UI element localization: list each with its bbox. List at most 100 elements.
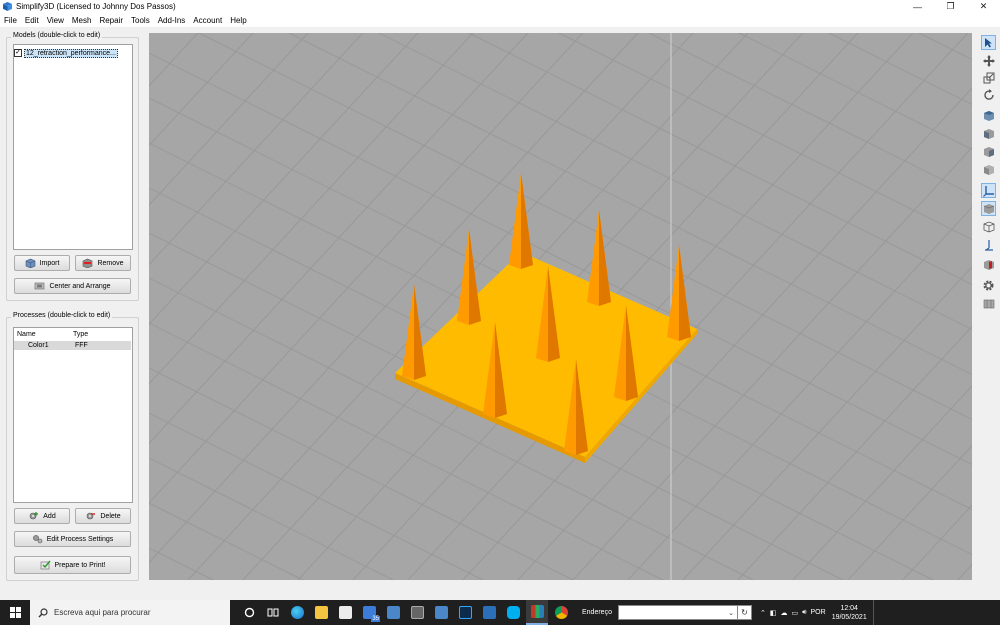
models-list[interactable]: [13, 44, 133, 250]
view-cube-iso-icon[interactable]: [981, 162, 996, 177]
tray-expand-icon[interactable]: ⌃: [760, 609, 766, 617]
task-view-icon[interactable]: [262, 600, 284, 625]
processes-list[interactable]: [13, 327, 133, 503]
add-process-label: Add: [43, 512, 56, 520]
cortana-icon[interactable]: [238, 600, 260, 625]
prepare-print-icon: [40, 560, 51, 570]
grid-line: [964, 33, 972, 580]
restore-button[interactable]: ❐: [934, 0, 967, 13]
app-icon-3[interactable]: [430, 600, 452, 625]
language-indicator[interactable]: POR: [811, 609, 826, 616]
menu-tools[interactable]: Tools: [131, 16, 150, 25]
menu-repair[interactable]: Repair: [99, 16, 123, 25]
app-icon-1[interactable]: [382, 600, 404, 625]
edit-process-settings-button[interactable]: Edit Process Settings: [14, 531, 131, 547]
menu-edit[interactable]: Edit: [25, 16, 39, 25]
photoshop-icon[interactable]: [454, 600, 476, 625]
model-list-item[interactable]: ✓ 12_retraction_performance...: [14, 48, 132, 58]
model-spike-shade: [414, 284, 426, 380]
clock-date: 19/05/2021: [831, 613, 867, 621]
column-type-header[interactable]: Type: [73, 331, 88, 338]
delete-process-label: Delete: [100, 512, 121, 520]
minimize-button[interactable]: —: [901, 0, 934, 13]
settings-gear-icon[interactable]: [981, 278, 996, 293]
windows-logo-icon: [9, 607, 21, 618]
grid-line: [149, 33, 229, 580]
left-panel: Models (double-click to edit) ✓ 12_retra…: [0, 27, 148, 595]
prepare-to-print-button[interactable]: Prepare to Print!: [14, 556, 131, 574]
skype-icon[interactable]: [502, 600, 524, 625]
3d-viewport[interactable]: [149, 33, 972, 580]
grid-line: [149, 33, 254, 147]
edit-gears-icon: [32, 535, 43, 544]
column-name-header[interactable]: Name: [14, 331, 73, 338]
search-icon: [38, 607, 48, 617]
view-cube-front-icon[interactable]: [981, 126, 996, 141]
remove-cube-icon: [83, 258, 93, 268]
menu-help[interactable]: Help: [230, 16, 246, 25]
cross-section-icon[interactable]: [981, 257, 996, 272]
menu-account[interactable]: Account: [193, 16, 222, 25]
simplify3d-taskbar-icon[interactable]: [526, 600, 548, 625]
app-icon-4[interactable]: [478, 600, 500, 625]
rotate-icon[interactable]: [981, 87, 996, 102]
address-refresh-button[interactable]: ↻: [737, 605, 752, 620]
close-button[interactable]: ✕: [967, 0, 1000, 13]
processes-list-header: Name Type: [14, 329, 131, 340]
menu-add-ins[interactable]: Add-Ins: [158, 16, 186, 25]
3d-model-retraction-test[interactable]: [395, 173, 697, 463]
grid-line: [149, 547, 215, 580]
network-icon[interactable]: ▭: [791, 609, 798, 617]
volume-icon[interactable]: 🔊︎: [802, 609, 806, 617]
view-cube-side-icon[interactable]: [981, 144, 996, 159]
move-icon[interactable]: [981, 53, 996, 68]
grid-line: [149, 33, 309, 206]
cloud-icon[interactable]: ☁: [780, 609, 787, 617]
scale-icon[interactable]: [981, 70, 996, 85]
search-placeholder: Escreva aqui para procurar: [54, 608, 151, 617]
import-label: Import: [39, 259, 60, 267]
add-gear-icon: [29, 512, 39, 520]
system-clock[interactable]: 12:04 19/05/2021: [832, 604, 867, 622]
file-explorer-icon[interactable]: [310, 600, 332, 625]
origin-icon[interactable]: [981, 237, 996, 252]
menu-bar: File Edit View Mesh Repair Tools Add-Ins…: [0, 13, 1000, 27]
window-title: Simplify3D (Licensed to Johnny Dos Passo…: [16, 2, 176, 11]
prepare-to-print-label: Prepare to Print!: [54, 561, 106, 569]
import-cube-icon: [25, 258, 35, 268]
chrome-icon[interactable]: [550, 600, 572, 625]
model-visible-checkbox[interactable]: ✓: [14, 49, 22, 57]
import-button[interactable]: Import: [14, 255, 70, 271]
mail-icon[interactable]: 35: [358, 600, 380, 625]
view-toolbar: [977, 33, 1000, 323]
center-arrange-label: Center and Arrange: [49, 282, 111, 290]
print-bed-icon[interactable]: [981, 296, 996, 311]
store-icon[interactable]: [334, 600, 356, 625]
edge-browser-icon[interactable]: [286, 600, 308, 625]
windows-taskbar: Escreva aqui para procurar 35 Endereço ⌄…: [0, 600, 1000, 625]
view-cube-top-icon[interactable]: [981, 108, 996, 123]
menu-view[interactable]: View: [47, 16, 64, 25]
solid-cube-icon[interactable]: [981, 201, 996, 216]
menu-mesh[interactable]: Mesh: [72, 16, 92, 25]
center-arrange-button[interactable]: Center and Arrange: [14, 278, 131, 294]
delete-process-button[interactable]: Delete: [75, 508, 131, 524]
add-process-button[interactable]: Add: [14, 508, 70, 524]
models-group-label: Models (double-click to edit): [11, 32, 103, 39]
wireframe-cube-icon[interactable]: [981, 219, 996, 234]
model-name: 12_retraction_performance...: [24, 48, 118, 58]
start-button[interactable]: [0, 600, 30, 625]
simplify3d-logo-icon: [3, 2, 12, 11]
address-input[interactable]: ⌄: [617, 605, 738, 620]
app-icon-2[interactable]: [406, 600, 428, 625]
grid-line: [149, 457, 395, 580]
tray-app-icon[interactable]: ◧: [770, 609, 777, 617]
show-desktop-button[interactable]: [872, 600, 881, 625]
taskbar-search-box[interactable]: Escreva aqui para procurar: [30, 600, 230, 625]
menu-file[interactable]: File: [4, 16, 17, 25]
center-arrange-icon: [35, 282, 45, 290]
process-row[interactable]: Color1 FFF: [14, 341, 131, 350]
axes-icon[interactable]: [981, 183, 996, 198]
select-arrow-icon[interactable]: [981, 35, 996, 50]
remove-button[interactable]: Remove: [75, 255, 131, 271]
